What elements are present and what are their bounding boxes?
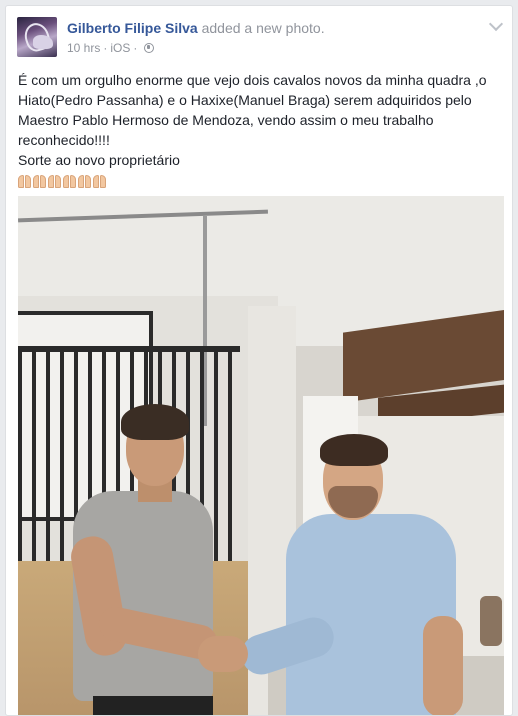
post-photo[interactable] xyxy=(18,196,504,715)
folded-hands-emoji xyxy=(93,173,106,188)
folded-hands-emoji xyxy=(78,173,91,188)
post-timestamp[interactable]: 10 hrs xyxy=(67,41,100,55)
author-name-link[interactable]: Gilberto Filipe Silva xyxy=(67,20,198,36)
emoji-row xyxy=(18,171,504,189)
photo-person-right-hair xyxy=(320,434,388,466)
post-text-line2: Sorte ao novo proprietário xyxy=(18,152,180,168)
photo-background-figure xyxy=(480,596,502,646)
folded-hands-emoji xyxy=(18,173,31,188)
globe-icon[interactable] xyxy=(144,43,155,53)
photo-person-right-arm xyxy=(423,616,463,715)
chevron-down-icon[interactable] xyxy=(488,16,504,32)
photo-person-left-pants xyxy=(93,696,213,715)
post-text-paragraph: É com um orgulho enorme que vejo dois ca… xyxy=(18,72,487,148)
post-header: Gilberto Filipe Silva added a new photo.… xyxy=(17,16,504,61)
post-source: iOS xyxy=(110,41,131,55)
meta-separator: · xyxy=(103,41,108,55)
post-action-text: added a new photo. xyxy=(201,20,325,36)
avatar-figure xyxy=(33,35,53,49)
photo-person-left-hair xyxy=(121,404,189,440)
post-title-line: Gilberto Filipe Silva added a new photo. xyxy=(67,20,325,36)
meta-separator-2: · xyxy=(133,41,138,55)
post-card: Gilberto Filipe Silva added a new photo.… xyxy=(5,5,513,716)
post-body: É com um orgulho enorme que vejo dois ca… xyxy=(18,70,504,189)
folded-hands-emoji xyxy=(48,173,61,188)
avatar[interactable] xyxy=(17,17,57,57)
folded-hands-emoji xyxy=(63,173,76,188)
post-meta: 10 hrs · iOS · xyxy=(67,41,155,55)
photo-handshake xyxy=(198,636,248,672)
folded-hands-emoji xyxy=(33,173,46,188)
